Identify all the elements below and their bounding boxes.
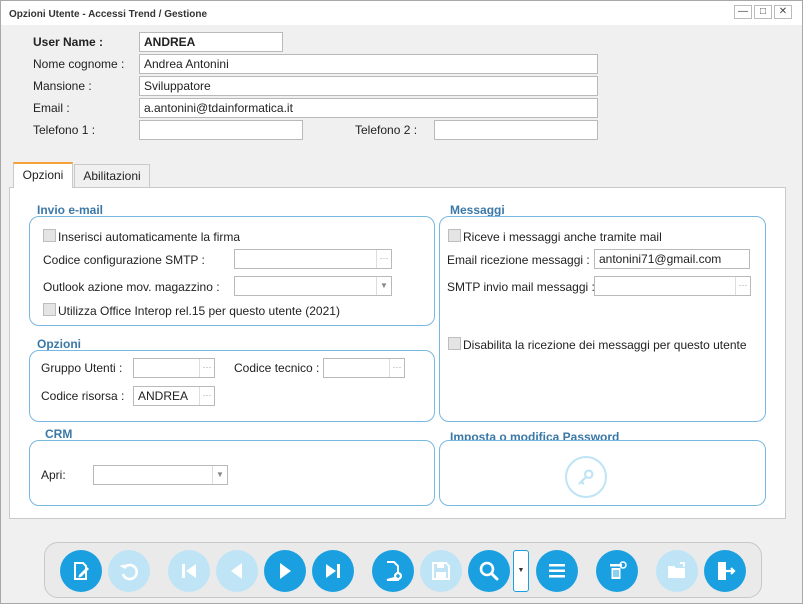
email-section-title: Invio e-mail (37, 203, 104, 217)
tech-code-field[interactable]: ··· (323, 358, 405, 378)
receive-mail-label: Riceve i messaggi anche tramite mail (463, 230, 662, 244)
phone2-field[interactable] (434, 120, 598, 140)
list-button[interactable] (536, 550, 578, 592)
messages-section-box (439, 216, 766, 422)
minimize-button[interactable]: — (734, 5, 752, 19)
tech-code-browse-icon[interactable]: ··· (389, 359, 404, 377)
username-field[interactable]: ANDREA (139, 32, 283, 52)
phone1-field[interactable] (139, 120, 303, 140)
disable-messages-checkbox[interactable] (448, 337, 461, 350)
change-password-button[interactable] (565, 456, 607, 498)
search-icon (479, 561, 499, 581)
open-folder-button[interactable] (656, 550, 698, 592)
crm-open-label: Apri: (41, 468, 66, 482)
user-group-label: Gruppo Utenti : (41, 361, 123, 375)
smtp-messages-label: SMTP invio mail messaggi : (447, 280, 595, 294)
first-record-icon (182, 564, 196, 578)
tab-abilitazioni[interactable]: Abilitazioni (74, 164, 150, 188)
key-icon (578, 469, 594, 485)
smtp-code-field[interactable]: ··· (234, 249, 392, 269)
resource-code-label: Codice risorsa : (41, 389, 125, 403)
exit-icon (718, 562, 736, 580)
outlook-action-select[interactable]: ▼ (234, 276, 392, 296)
save-icon (432, 562, 450, 580)
close-button[interactable]: ✕ (774, 5, 792, 19)
new-document-icon (386, 561, 402, 581)
crm-open-select[interactable]: ▼ (93, 465, 228, 485)
last-record-button[interactable] (312, 550, 354, 592)
exit-button[interactable] (704, 550, 746, 592)
phone2-label: Telefono 2 : (355, 123, 418, 137)
last-record-icon (326, 564, 340, 578)
chevron-down-icon[interactable]: ▼ (376, 277, 391, 295)
save-button[interactable] (420, 550, 462, 592)
edit-button[interactable] (60, 550, 102, 592)
window: Opzioni Utente - Accessi Trend / Gestion… (0, 0, 803, 604)
receive-mail-checkbox[interactable] (448, 229, 461, 242)
maximize-button[interactable]: □ (754, 5, 772, 19)
resource-code-browse-icon[interactable]: ··· (199, 387, 214, 405)
phone1-label: Telefono 1 : (33, 123, 96, 137)
resource-code-field[interactable]: ANDREA ··· (133, 386, 215, 406)
email-field[interactable]: a.antonini@tdainformatica.it (139, 98, 598, 118)
receive-email-field[interactable]: antonini71@gmail.com (594, 249, 750, 269)
auto-signature-label: Inserisci automaticamente la firma (58, 230, 241, 244)
role-label: Mansione : (33, 79, 92, 93)
new-document-button[interactable] (372, 550, 414, 592)
undo-button[interactable] (108, 550, 150, 592)
search-options-dropdown[interactable]: ▼ (513, 550, 529, 592)
smtp-code-label: Codice configurazione SMTP : (43, 253, 205, 267)
open-folder-icon (668, 562, 685, 578)
role-field[interactable]: Sviluppatore (139, 76, 598, 96)
undo-icon (119, 563, 138, 581)
smtp-code-browse-icon[interactable]: ··· (376, 250, 391, 268)
crm-section-title: CRM (45, 427, 73, 441)
previous-record-icon (231, 563, 242, 579)
tab-opzioni[interactable]: Opzioni (13, 162, 73, 188)
delete-icon (610, 561, 627, 579)
outlook-action-label: Outlook azione mov. magazzino : (43, 280, 220, 294)
list-icon (549, 564, 565, 578)
disable-messages-label: Disabilita la ricezione dei messaggi per… (463, 338, 747, 352)
search-button[interactable] (468, 550, 510, 592)
first-record-button[interactable] (168, 550, 210, 592)
user-group-field[interactable]: ··· (133, 358, 215, 378)
options-section-title: Opzioni (37, 337, 81, 351)
username-label: User Name : (33, 35, 104, 49)
office-interop-label: Utilizza Office Interop rel.15 per quest… (58, 304, 340, 318)
title-bar: Opzioni Utente - Accessi Trend / Gestion… (1, 1, 802, 25)
smtp-messages-browse-icon[interactable]: ··· (735, 277, 750, 295)
smtp-messages-field[interactable]: ··· (594, 276, 751, 296)
chevron-down-icon[interactable]: ▼ (212, 466, 227, 484)
resource-code-value: ANDREA (138, 389, 189, 403)
edit-icon (74, 562, 89, 580)
tech-code-label: Codice tecnico : (234, 361, 320, 375)
next-record-icon (280, 563, 291, 579)
receive-email-label: Email ricezione messaggi : (447, 253, 590, 267)
window-title: Opzioni Utente - Accessi Trend / Gestion… (9, 9, 208, 20)
user-group-browse-icon[interactable]: ··· (199, 359, 214, 377)
auto-signature-checkbox[interactable] (43, 229, 56, 242)
next-record-button[interactable] (264, 550, 306, 592)
crm-section-box (29, 440, 435, 506)
fullname-field[interactable]: Andrea Antonini (139, 54, 598, 74)
messages-section-title: Messaggi (450, 203, 505, 217)
fullname-label: Nome cognome : (33, 57, 125, 71)
previous-record-button[interactable] (216, 550, 258, 592)
email-label: Email : (33, 101, 70, 115)
office-interop-checkbox[interactable] (43, 303, 56, 316)
delete-button[interactable] (596, 550, 638, 592)
